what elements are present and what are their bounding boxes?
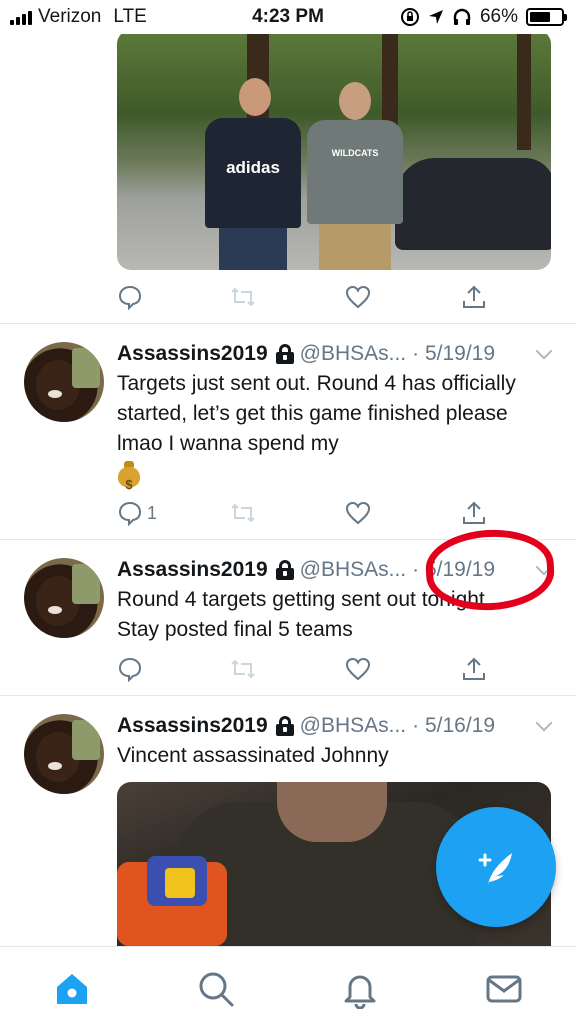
- retweet-button[interactable]: [229, 498, 257, 528]
- tweet-date[interactable]: · 5/16/19: [412, 714, 495, 738]
- like-button[interactable]: [345, 654, 371, 684]
- display-name[interactable]: Assassins2019: [117, 342, 268, 366]
- headphones-icon: [453, 8, 471, 25]
- user-handle[interactable]: @BHSAs...: [300, 342, 407, 366]
- home-icon: [57, 974, 87, 1004]
- tab-home[interactable]: [52, 969, 92, 1009]
- share-button[interactable]: [461, 498, 487, 528]
- lock-icon: [275, 560, 294, 580]
- screen-rotation-lock-icon: [400, 8, 419, 26]
- avatar[interactable]: [24, 342, 104, 422]
- tree-trunk: [517, 30, 531, 150]
- tweet-actions: [117, 654, 497, 684]
- search-icon: [199, 972, 234, 1007]
- tab-notifications[interactable]: [340, 969, 380, 1010]
- tab-bar: [0, 946, 576, 1024]
- status-bar: Verizon LTE 4:23 PM 66%: [0, 0, 576, 34]
- tab-search[interactable]: [196, 969, 236, 1009]
- reply-count: 1: [147, 502, 158, 523]
- compose-tweet-button[interactable]: [436, 807, 556, 927]
- lock-icon: [275, 716, 294, 736]
- avatar[interactable]: [24, 558, 104, 638]
- reply-icon: [118, 501, 142, 526]
- chevron-down-icon[interactable]: [535, 342, 553, 360]
- tweet-actions: 1: [117, 498, 497, 528]
- retweet-button[interactable]: [229, 282, 257, 312]
- battery-icon: [526, 8, 567, 26]
- like-button[interactable]: [345, 498, 371, 528]
- notifications-icon: [344, 975, 376, 1010]
- retweet-icon: [231, 659, 255, 679]
- reply-button[interactable]: 1: [117, 498, 157, 528]
- compose-feather-icon: [478, 853, 512, 885]
- reply-icon: [118, 657, 142, 682]
- user-handle[interactable]: @BHSAs...: [300, 558, 407, 582]
- tweet-header: Assassins2019 @BHSAs... · 5/19/19: [117, 339, 553, 369]
- reply-icon: [118, 285, 142, 310]
- display-name[interactable]: Assassins2019: [117, 558, 268, 582]
- car: [395, 158, 551, 250]
- heart-icon: [345, 657, 371, 681]
- reply-button[interactable]: [117, 654, 143, 684]
- like-button[interactable]: [345, 282, 371, 312]
- lock-icon: [275, 344, 294, 364]
- battery-fill: [530, 12, 550, 22]
- retweet-icon: [231, 503, 255, 523]
- share-button[interactable]: [461, 282, 487, 312]
- share-icon: [463, 501, 485, 524]
- person-neck: [277, 782, 387, 842]
- money-bag-icon: $: [117, 461, 141, 492]
- tweet-text: Targets just sent out. Round 4 has offic…: [117, 369, 552, 492]
- tweet-text: Vincent assassinated Johnny: [117, 744, 389, 767]
- heart-icon: [345, 501, 371, 525]
- shirt2-text: WILDCATS: [331, 148, 379, 158]
- shirt-logo-text: adidas: [226, 158, 280, 177]
- retweet-button[interactable]: [229, 654, 257, 684]
- avatar[interactable]: [24, 714, 104, 794]
- retweet-icon: [231, 287, 255, 307]
- share-icon: [463, 657, 485, 680]
- tweet-photo[interactable]: adidas WILDCATS: [117, 30, 551, 270]
- nerf-blaster-detail: [165, 868, 195, 898]
- tweet-text-line: Stay posted final 5 teams: [117, 618, 353, 641]
- person-left: adidas: [205, 78, 301, 270]
- tweet-text-body: Targets just sent out. Round 4 has offic…: [117, 372, 516, 455]
- tweet-date[interactable]: · 5/19/19: [412, 342, 495, 366]
- tweet-actions: [117, 282, 497, 312]
- person-right: WILDCATS: [307, 82, 403, 270]
- tweet-header: Assassins2019 @BHSAs... · 5/16/19: [117, 711, 553, 741]
- reply-button[interactable]: [117, 282, 143, 312]
- status-right: 66%: [400, 6, 567, 28]
- tab-messages[interactable]: [484, 969, 524, 1009]
- chevron-down-icon[interactable]: [535, 714, 553, 732]
- share-button[interactable]: [461, 654, 487, 684]
- messages-icon: [486, 975, 522, 1003]
- location-arrow-icon: [428, 10, 443, 24]
- heart-icon: [345, 285, 371, 309]
- tweet-previous[interactable]: adidas WILDCATS: [0, 0, 576, 324]
- display-name[interactable]: Assassins2019: [117, 714, 268, 738]
- battery-percent: 66%: [479, 6, 518, 27]
- tweet[interactable]: Assassins2019 @BHSAs... · 5/19/19 Target…: [0, 324, 576, 540]
- user-handle[interactable]: @BHSAs...: [300, 714, 407, 738]
- share-icon: [463, 285, 485, 308]
